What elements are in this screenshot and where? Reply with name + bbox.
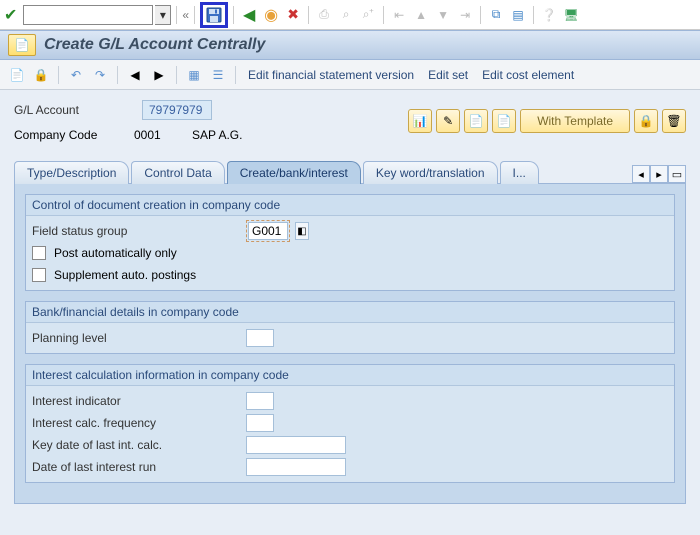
edit-icon[interactable]: ✎ [436, 109, 460, 133]
customize-icon[interactable]: 🖥 [561, 5, 581, 25]
tab-content: Control of document creation in company … [14, 183, 686, 504]
company-code-value[interactable]: 0001 [134, 128, 184, 142]
main-area: G/L Account 79797979 Company Code 0001 S… [0, 90, 700, 535]
tab-keyword-translation[interactable]: Key word/translation [363, 161, 498, 184]
tab-create-bank-interest[interactable]: Create/bank/interest [227, 161, 361, 184]
system-toolbar: ✔ ▾ « ◀ ◉ ✖ ⎙ ⌕ ⌕⁺ ⇤ ▲ ▼ ⇥ ⧉ ▤ ❔ 🖥 [0, 0, 700, 30]
lock-button[interactable]: 🔒 [634, 109, 658, 133]
gl-account-label: G/L Account [14, 103, 134, 117]
cancel-icon[interactable]: ✖ [283, 5, 303, 25]
interest-freq-label: Interest calc. frequency [32, 416, 242, 430]
planning-level-input[interactable] [246, 329, 274, 347]
lock-icon[interactable]: 🔒 [32, 66, 50, 84]
action-bar: 📊 ✎ 📄 📄 With Template 🔒 🗑 [408, 109, 686, 133]
supplement-auto-checkbox[interactable] [32, 268, 46, 282]
create-icon[interactable]: 📄 [8, 66, 26, 84]
command-dropdown[interactable]: ▾ [155, 5, 171, 25]
gl-account-value[interactable]: 79797979 [142, 100, 212, 120]
fsg-input-wrap [246, 220, 290, 242]
group-title: Control of document creation in company … [26, 195, 674, 216]
post-auto-label: Post automatically only [54, 246, 177, 260]
help-icon[interactable]: ❔ [539, 5, 559, 25]
group-title: Interest calculation information in comp… [26, 365, 674, 386]
planning-level-label: Planning level [32, 331, 242, 345]
interest-indicator-input[interactable] [246, 392, 274, 410]
undo-icon[interactable]: ↶ [67, 66, 85, 84]
transaction-icon: 📄 [8, 34, 36, 56]
with-template-button[interactable]: With Template [520, 109, 630, 133]
group-title: Bank/financial details in company code [26, 302, 674, 323]
supplement-auto-label: Supplement auto. postings [54, 268, 196, 282]
find-next-icon[interactable]: ⌕⁺ [358, 5, 378, 25]
redo-icon[interactable]: ↷ [91, 66, 109, 84]
tab-info[interactable]: I... [500, 161, 539, 184]
post-auto-checkbox[interactable] [32, 246, 46, 260]
new-session-icon[interactable]: ⧉ [486, 5, 506, 25]
tab-type-description[interactable]: Type/Description [14, 161, 129, 184]
tab-scroll-right[interactable]: ▸ [650, 165, 668, 183]
doc2-icon[interactable]: 📄 [492, 109, 516, 133]
f4-help-icon[interactable]: ◧ [295, 222, 309, 240]
company-code-name: SAP A.G. [192, 128, 242, 142]
lastrun-input[interactable] [246, 458, 346, 476]
prev-page-icon[interactable]: ▲ [411, 5, 431, 25]
first-page-icon[interactable]: ⇤ [389, 5, 409, 25]
print-icon[interactable]: ⎙ [314, 5, 334, 25]
enter-icon[interactable]: ✔ [4, 5, 17, 25]
save-button[interactable] [204, 5, 224, 25]
layout-tool-icon[interactable]: ▦ [185, 66, 203, 84]
last-page-icon[interactable]: ⇥ [455, 5, 475, 25]
back-icon[interactable]: ◀ [239, 5, 259, 25]
group-bank-details: Bank/financial details in company code P… [25, 301, 675, 354]
filter-icon[interactable]: ☰ [209, 66, 227, 84]
app-toolbar: 📄 🔒 ↶ ↷ ◀ ▶ ▦ ☰ Edit financial statement… [0, 60, 700, 90]
title-bar: 📄 Create G/L Account Centrally [0, 30, 700, 60]
keydate-label: Key date of last int. calc. [32, 438, 242, 452]
tabstrip: Type/Description Control Data Create/ban… [14, 160, 686, 183]
edit-set-link[interactable]: Edit set [424, 66, 472, 84]
company-code-label: Company Code [14, 128, 126, 142]
edit-cost-link[interactable]: Edit cost element [478, 66, 578, 84]
page-title: Create G/L Account Centrally [44, 36, 265, 54]
tab-control-data[interactable]: Control Data [131, 161, 224, 184]
field-status-group-label: Field status group [32, 224, 242, 238]
group-interest-calc: Interest calculation information in comp… [25, 364, 675, 483]
keydate-input[interactable] [246, 436, 346, 454]
ledger-icon[interactable]: 📊 [408, 109, 432, 133]
interest-indicator-label: Interest indicator [32, 394, 242, 408]
prev-icon[interactable]: ◀ [126, 66, 144, 84]
find-icon[interactable]: ⌕ [336, 5, 356, 25]
delete-button[interactable]: 🗑 [662, 109, 686, 133]
field-status-group-input[interactable] [248, 222, 288, 240]
layout-icon[interactable]: ▤ [508, 5, 528, 25]
exit-icon[interactable]: ◉ [261, 5, 281, 25]
tab-scroll-left[interactable]: ◂ [632, 165, 650, 183]
tab-list[interactable]: ▭ [668, 165, 686, 183]
next-page-icon[interactable]: ▼ [433, 5, 453, 25]
lastrun-label: Date of last interest run [32, 460, 242, 474]
next-icon[interactable]: ▶ [150, 66, 168, 84]
doc1-icon[interactable]: 📄 [464, 109, 488, 133]
save-highlight [200, 2, 228, 28]
history-back-icon[interactable]: « [182, 8, 189, 22]
command-field[interactable] [23, 5, 153, 25]
group-document-control: Control of document creation in company … [25, 194, 675, 291]
edit-fsv-link[interactable]: Edit financial statement version [244, 66, 418, 84]
interest-freq-input[interactable] [246, 414, 274, 432]
